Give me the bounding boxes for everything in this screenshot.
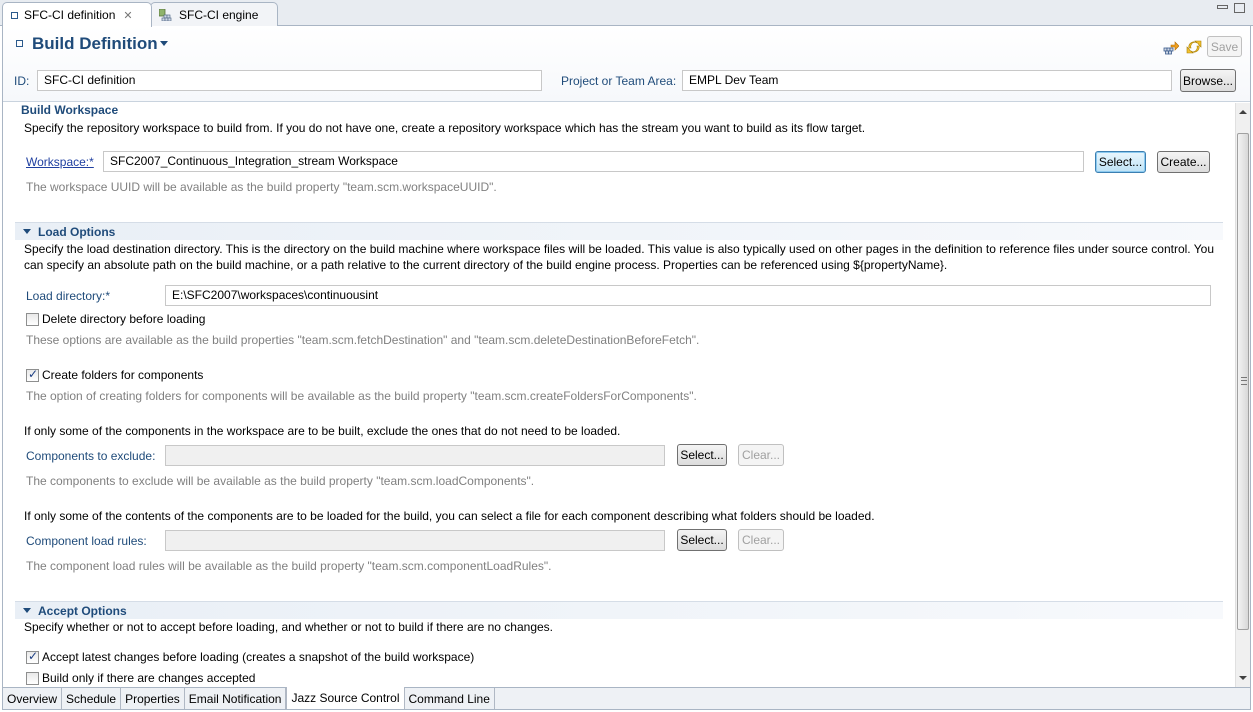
accept-latest-label: Accept latest changes before loading (cr… <box>42 650 475 664</box>
components-exclude-label: Components to exclude: <box>26 449 156 463</box>
editor-tab-strip: SFC-CI definition ✕ SFC-CI engine <box>0 0 1253 27</box>
section-heading: Build Workspace <box>21 103 119 117</box>
tab-sfc-ci-engine[interactable]: SFC-CI engine <box>150 2 278 26</box>
id-field[interactable]: SFC-CI definition <box>37 70 542 91</box>
project-area-field[interactable]: EMPL Dev Team <box>682 70 1172 91</box>
page-tab-overview[interactable]: Overview <box>3 688 63 709</box>
tab-label: SFC-CI definition <box>24 8 116 22</box>
exclude-clear-button[interactable]: Clear... <box>738 444 784 466</box>
grip-icon <box>1241 377 1247 385</box>
section-heading: Load Options <box>38 224 116 239</box>
create-folders-label: Create folders for components <box>42 368 204 382</box>
load-rules-hint: The component load rules will be availab… <box>26 559 552 573</box>
create-folders-checkbox[interactable] <box>26 367 39 382</box>
load-rules-intro: If only some of the contents of the comp… <box>24 509 875 523</box>
load-directory-field[interactable]: E:\SFC2007\workspaces\continuousint <box>165 285 1211 306</box>
page-tab-properties[interactable]: Properties <box>121 688 185 709</box>
delete-directory-label: Delete directory before loading <box>42 312 206 326</box>
exclude-select-button[interactable]: Select... <box>677 444 727 466</box>
workspace-create-button[interactable]: Create... <box>1157 151 1210 173</box>
request-build-icon[interactable] <box>1163 39 1179 55</box>
delete-directory-hint: These options are available as the build… <box>26 333 700 347</box>
editor-header: Build Definition Save ID: SFC-CI definit… <box>3 26 1250 102</box>
scroll-up-icon[interactable] <box>1239 110 1247 114</box>
save-button[interactable]: Save <box>1207 36 1242 57</box>
rules-clear-button[interactable]: Clear... <box>738 529 784 551</box>
build-only-label: Build only if there are changes accepted <box>42 671 256 685</box>
page-tab-email-notification[interactable]: Email Notification <box>184 688 287 709</box>
workspace-link[interactable]: Workspace:* <box>26 155 94 169</box>
load-options-description: Specify the load destination directory. … <box>24 242 1215 272</box>
workspace-field[interactable]: SFC2007_Continuous_Integration_stream Wo… <box>103 151 1084 172</box>
accept-latest-checkbox[interactable] <box>26 649 39 664</box>
build-only-checkbox[interactable] <box>26 672 39 685</box>
editor-content: Build Workspace Specify the repository w… <box>3 103 1235 687</box>
rules-select-button[interactable]: Select... <box>677 529 727 551</box>
section-heading: Accept Options <box>38 603 127 618</box>
workspace-hint: The workspace UUID will be available as … <box>26 180 497 194</box>
scroll-down-icon[interactable] <box>1239 676 1247 680</box>
editor-square-icon <box>11 11 18 19</box>
exclude-intro: If only some of the components in the wo… <box>24 424 621 438</box>
load-rules-field[interactable] <box>165 530 665 551</box>
build-workspace-description: Specify the repository workspace to buil… <box>24 121 866 135</box>
load-rules-label: Component load rules: <box>26 534 147 548</box>
maximize-icon[interactable] <box>1234 3 1245 13</box>
expand-toggle-icon[interactable] <box>23 229 31 234</box>
tab-label: SFC-CI engine <box>179 7 259 22</box>
section-build-workspace[interactable]: Build Workspace <box>15 103 1223 119</box>
expand-toggle-icon[interactable] <box>23 608 31 613</box>
section-load-options[interactable]: Load Options <box>15 222 1223 240</box>
delete-directory-checkbox[interactable] <box>26 313 39 326</box>
build-engine-icon <box>159 8 172 21</box>
page-tab-schedule[interactable]: Schedule <box>62 688 122 709</box>
chevron-down-icon[interactable] <box>160 41 168 46</box>
project-area-label: Project or Team Area: <box>561 74 677 88</box>
tab-sfc-ci-definition[interactable]: SFC-CI definition ✕ <box>2 2 152 27</box>
load-directory-label: Load directory:* <box>26 289 111 303</box>
vertical-scrollbar[interactable] <box>1235 103 1250 687</box>
scrollbar-thumb[interactable] <box>1237 133 1249 630</box>
refresh-icon[interactable] <box>1186 39 1202 55</box>
section-accept-options[interactable]: Accept Options <box>15 601 1223 619</box>
browse-button[interactable]: Browse... <box>1180 69 1236 92</box>
page-title: Build Definition <box>32 34 158 53</box>
build-definition-editor: Build Definition Save ID: SFC-CI definit… <box>2 26 1251 710</box>
minimize-icon[interactable] <box>1217 5 1228 9</box>
id-label: ID: <box>14 74 30 88</box>
create-folders-hint: The option of creating folders for compo… <box>26 389 697 403</box>
close-icon[interactable]: ✕ <box>123 9 132 22</box>
components-exclude-field[interactable] <box>165 445 665 466</box>
exclude-hint: The components to exclude will be availa… <box>26 474 535 488</box>
page-tab-jazz-source-control[interactable]: Jazz Source Control <box>286 687 405 709</box>
page-tab-command-line[interactable]: Command Line <box>404 688 495 709</box>
accept-options-description: Specify whether or not to accept before … <box>24 620 554 634</box>
page-tabs: Overview Schedule Properties Email Notif… <box>3 687 1250 709</box>
workspace-select-button[interactable]: Select... <box>1095 151 1146 173</box>
editor-square-icon <box>16 40 23 47</box>
